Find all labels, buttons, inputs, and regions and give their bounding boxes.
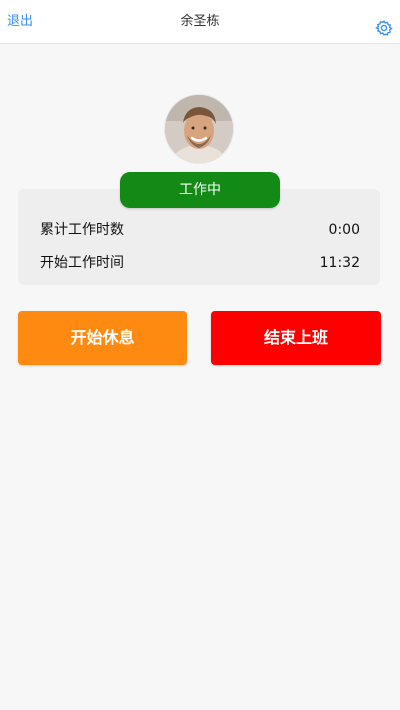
start-time-label: 开始工作时间 bbox=[40, 255, 124, 271]
start-break-button[interactable]: 开始休息 bbox=[18, 311, 187, 365]
stat-row-start-time: 开始工作时间 11:32 bbox=[40, 253, 360, 273]
gear-icon bbox=[375, 20, 393, 36]
exit-button[interactable]: 退出 bbox=[7, 14, 33, 30]
settings-button[interactable] bbox=[375, 19, 393, 37]
status-badge: 工作中 bbox=[120, 172, 280, 208]
total-hours-label: 累计工作时数 bbox=[40, 222, 124, 238]
top-bar: 退出 余圣栋 bbox=[0, 0, 400, 44]
user-avatar bbox=[165, 95, 233, 163]
stat-row-total-hours: 累计工作时数 0:00 bbox=[40, 220, 360, 240]
page-title: 余圣栋 bbox=[180, 14, 220, 29]
avatar bbox=[165, 95, 233, 163]
end-shift-button[interactable]: 结束上班 bbox=[211, 311, 381, 365]
start-time-value: 11:32 bbox=[319, 255, 360, 271]
total-hours-value: 0:00 bbox=[328, 222, 360, 238]
